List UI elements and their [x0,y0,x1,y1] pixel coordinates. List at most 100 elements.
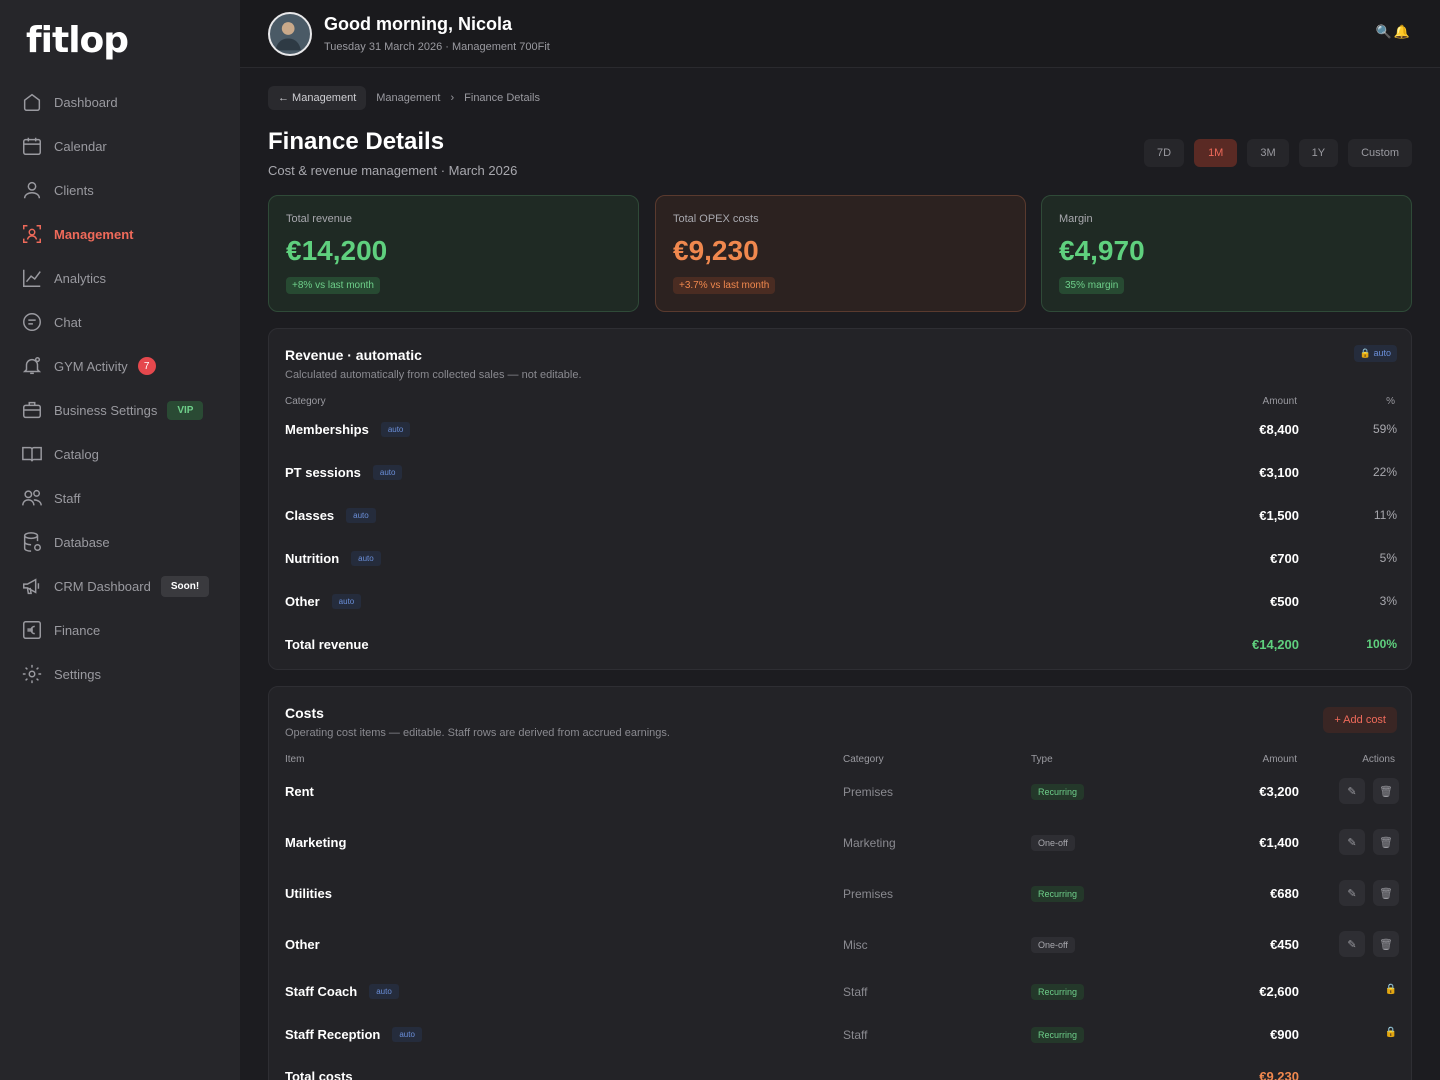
column-header-actions: Actions [1362,754,1395,765]
sidebar-item-label: Catalog [54,446,99,462]
edit-button[interactable]: ✎ [1339,778,1365,804]
management-icon [20,222,44,246]
sidebar-item-clients[interactable]: Clients [0,168,240,212]
sidebar-item-label: Settings [54,666,101,682]
sidebar-item-settings[interactable]: Settings [0,652,240,696]
type-badge: One-off [1031,937,1075,953]
range-custom-button[interactable]: Custom [1348,139,1412,167]
row-name: Marketing [285,835,347,850]
kpi-value: €14,200 [286,235,388,266]
row-pct: 59% [1372,422,1397,436]
trash-icon: 🗑 [1379,887,1393,900]
sidebar-item-database[interactable]: Database [0,520,240,564]
app-logo[interactable]: fitlop [26,20,129,61]
row-name: Utilities [285,886,332,901]
kpi-total-opex: Total OPEX costs €9,230 +3.7% vs last mo… [655,195,1026,312]
top-bar: Good morning, Nicola Tuesday 31 March 20… [240,0,1440,68]
sidebar-item-label: GYM Activity [54,358,128,374]
avatar[interactable] [268,12,312,56]
user-icon [20,178,44,202]
sidebar-item-analytics[interactable]: Analytics [0,256,240,300]
column-header-amount: Amount [1262,754,1297,765]
sidebar-item-label: Calendar [54,138,107,154]
edit-button[interactable]: ✎ [1339,829,1365,855]
range-3m-button[interactable]: 3M [1247,139,1289,167]
delete-button[interactable]: 🗑 [1373,880,1399,906]
table-row: Classes auto €1,500 11% [269,508,1413,532]
breadcrumb-separator: › [450,92,455,104]
column-header-type: Type [1031,754,1053,765]
row-amount: €450 [1270,937,1299,952]
type-badge: Recurring [1031,886,1085,902]
pencil-icon: ✎ [1347,785,1357,798]
chart-icon [20,266,44,290]
sidebar: fitlop Dashboard Calendar Clients Manage… [0,0,240,1080]
add-cost-button[interactable]: + Add cost [1323,707,1397,733]
column-header-item: Item [285,754,305,765]
row-pct: 5% [1379,551,1397,565]
breadcrumb-parent[interactable]: Management [376,92,440,104]
row-amount: €8,400 [1259,422,1299,437]
briefcase-icon [20,398,44,422]
edit-button[interactable]: ✎ [1339,931,1365,957]
sidebar-item-management[interactable]: Management [0,212,240,256]
megaphone-icon [20,574,44,598]
delete-button[interactable]: 🗑 [1373,931,1399,957]
table-row: Utilities Premises Recurring €680 ✎ 🗑 [269,880,1413,910]
edit-button[interactable]: ✎ [1339,880,1365,906]
revenue-subtitle: Calculated automatically from collected … [285,369,582,381]
sidebar-item-label: Chat [54,314,82,330]
row-category: Premises [843,785,894,799]
greeting-subtitle: Tuesday 31 March 2026 · Management 700Fi… [324,41,550,53]
sidebar-item-calendar[interactable]: Calendar [0,124,240,168]
row-amount: €2,600 [1259,984,1299,999]
page-subtitle: Cost & revenue management · March 2026 [268,163,518,178]
trash-icon: 🗑 [1379,836,1393,849]
vip-badge: VIP [167,400,204,420]
total-label: Total costs [285,1069,353,1080]
range-1y-button[interactable]: 1Y [1298,139,1339,167]
breadcrumb: ← Management Management › Finance Detail… [268,86,540,110]
bell-icon[interactable]: 🔔 [1394,24,1410,40]
row-category: Marketing [843,836,896,850]
row-name: Nutrition [285,551,340,566]
range-1m-button[interactable]: 1M [1194,139,1238,167]
costs-title: Costs [285,705,324,721]
kpi-label: Margin [1059,213,1093,225]
sidebar-item-chat[interactable]: Chat [0,300,240,344]
bell-icon [20,354,44,378]
sidebar-item-catalog[interactable]: Catalog [0,432,240,476]
row-name: Classes [285,508,335,523]
type-badge: Recurring [1031,984,1085,1000]
sidebar-item-gym-activity[interactable]: GYM Activity 7 [0,344,240,388]
row-amount: €900 [1270,1027,1299,1042]
sidebar-item-business-settings[interactable]: Business Settings VIP [0,388,240,432]
back-button[interactable]: ← Management [268,86,367,110]
row-amount: €680 [1270,886,1299,901]
delete-button[interactable]: 🗑 [1373,778,1399,804]
kpi-label: Total revenue [286,213,353,225]
sidebar-item-finance[interactable]: Finance [0,608,240,652]
search-icon[interactable]: 🔍 [1376,24,1392,40]
auto-tag: auto [346,508,376,523]
row-category: Staff [843,985,868,999]
sidebar-item-crm-dashboard[interactable]: CRM Dashboard Soon! [0,564,240,608]
revenue-title: Revenue · automatic [285,347,422,363]
sidebar-item-label: Business Settings [54,402,158,418]
revenue-panel: Revenue · automatic Calculated automatic… [268,328,1412,670]
total-amount: €14,200 [1252,637,1299,652]
row-name: Other [285,937,320,952]
row-amount: €500 [1270,594,1299,609]
auto-tag: auto [372,465,403,480]
delete-button[interactable]: 🗑 [1373,829,1399,855]
sidebar-item-dashboard[interactable]: Dashboard [0,80,240,124]
row-pct: 11% [1373,508,1397,522]
kpi-cards: Total revenue €14,200 +8% vs last month … [268,195,1412,312]
sidebar-item-label: Analytics [54,270,107,286]
date-range-selector: 7D 1M 3M 1Y Custom [1144,139,1412,167]
type-badge: Recurring [1031,784,1085,800]
sidebar-item-staff[interactable]: Staff [0,476,240,520]
range-7d-button[interactable]: 7D [1144,139,1185,167]
auto-tag: auto [331,594,362,609]
costs-subtitle: Operating cost items — editable. Staff r… [285,727,670,739]
